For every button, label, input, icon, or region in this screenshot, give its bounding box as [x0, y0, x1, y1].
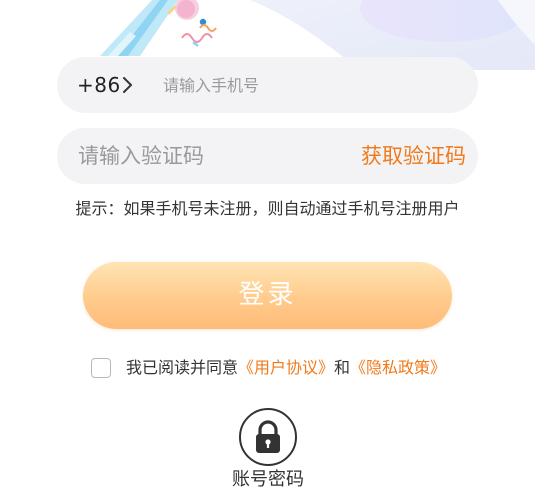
verification-code-field: 获取验证码 — [57, 128, 478, 184]
phone-field: +86 — [57, 57, 478, 113]
agreement-and: 和 — [334, 358, 351, 377]
lock-icon-circle — [239, 408, 297, 466]
agreement-prefix: 我已阅读并同意 — [126, 358, 239, 377]
verification-code-input[interactable] — [78, 141, 338, 171]
agreement-text: 我已阅读并同意《用户协议》和《隐私政策》 — [126, 356, 446, 380]
account-password-login[interactable]: 账号密码 — [218, 406, 318, 490]
account-password-label: 账号密码 — [232, 469, 304, 490]
user-agreement-link[interactable]: 《用户协议》 — [238, 358, 334, 377]
privacy-policy-link[interactable]: 《隐私政策》 — [350, 358, 446, 377]
phone-input[interactable] — [163, 73, 453, 97]
chevron-right-icon[interactable] — [121, 77, 133, 97]
agreement-checkbox[interactable] — [91, 358, 111, 378]
login-button-label: 登录 — [238, 280, 297, 310]
login-button[interactable]: 登录 — [83, 262, 452, 329]
party-popper-icon — [100, 0, 217, 56]
country-code-selector[interactable]: +86 — [77, 73, 121, 97]
get-code-button[interactable]: 获取验证码 — [361, 141, 466, 171]
lock-icon — [256, 420, 280, 453]
register-hint: 提示：如果手机号未注册，则自动通过手机号注册用户 — [75, 199, 460, 218]
